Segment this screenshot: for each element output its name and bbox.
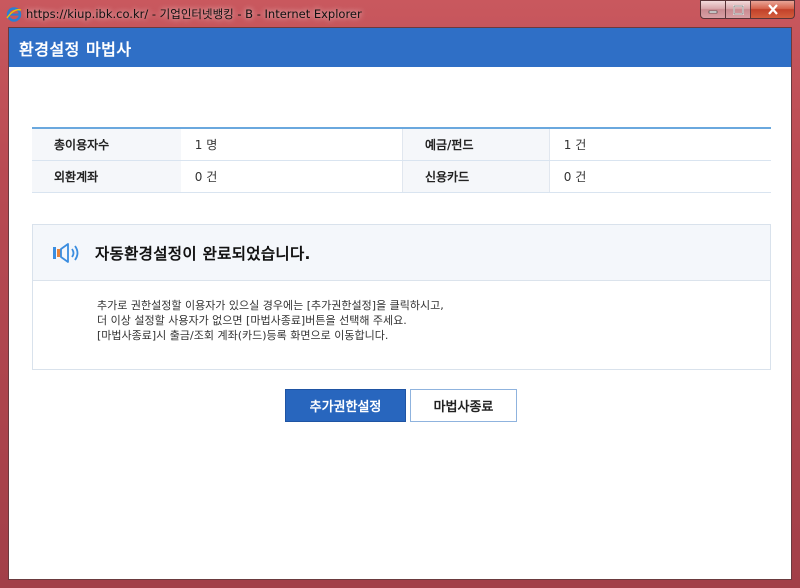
dialog-header: 환경설정 마법사: [9, 28, 791, 67]
message-title: 자동환경설정이 완료되었습니다.: [95, 244, 311, 263]
message-line: 더 이상 설정할 사용자가 없으면 [마법사종료]버튼을 선택해 주세요.: [97, 314, 407, 327]
total-users-value: 1 명: [180, 128, 403, 161]
deposit-fund-value: 1 건: [548, 128, 771, 161]
message-line: 추가로 권한설정할 이용자가 있으실 경우에는 [추가권한설정]을 클릭하시고,: [97, 299, 444, 312]
finish-wizard-button[interactable]: 마법사종료: [410, 389, 517, 422]
message-header: 자동환경설정이 완료되었습니다.: [33, 225, 770, 281]
window-title: https://kiup.ibk.co.kr/ - 기업인터넷뱅킹 - B - …: [26, 6, 362, 21]
minimize-icon: [708, 10, 718, 13]
table-row: 총이용자수 1 명 예금/펀드 1 건: [32, 128, 771, 161]
completion-message-box: 자동환경설정이 완료되었습니다. 추가로 권한설정할 이용자가 있으실 경우에는…: [32, 224, 771, 370]
close-icon: [767, 4, 778, 15]
credit-card-value: 0 건: [548, 160, 771, 193]
speaker-icon: [51, 242, 85, 264]
browser-window: https://kiup.ibk.co.kr/ - 기업인터넷뱅킹 - B - …: [0, 0, 800, 588]
window-controls: [700, 0, 795, 20]
minimize-button[interactable]: [700, 0, 726, 19]
fx-account-label: 외환계좌: [32, 160, 181, 193]
fx-account-value: 0 건: [180, 160, 403, 193]
window-titlebar[interactable]: https://kiup.ibk.co.kr/ - 기업인터넷뱅킹 - B - …: [0, 0, 800, 27]
total-users-label: 총이용자수: [32, 128, 181, 161]
action-buttons: 추가권한설정 마법사종료: [285, 389, 517, 422]
dialog-window: 환경설정 마법사 총이용자수 1 명 예금/펀드 1 건 외환계좌 0 건 신용…: [8, 27, 792, 580]
maximize-icon: [732, 4, 744, 15]
table-row: 외환계좌 0 건 신용카드 0 건: [32, 160, 771, 193]
add-permission-button[interactable]: 추가권한설정: [285, 389, 406, 422]
message-body: 추가로 권한설정할 이용자가 있으실 경우에는 [추가권한설정]을 클릭하시고,…: [33, 281, 770, 343]
credit-card-label: 신용카드: [401, 160, 550, 193]
summary-table: 총이용자수 1 명 예금/펀드 1 건 외환계좌 0 건 신용카드 0 건: [32, 127, 771, 193]
close-button[interactable]: [751, 0, 795, 19]
maximize-button[interactable]: [726, 0, 751, 19]
dialog-title: 환경설정 마법사: [19, 39, 132, 59]
message-line: [마법사종료]시 출금/조회 계좌(카드)등록 화면으로 이동합니다.: [97, 329, 389, 342]
deposit-fund-label: 예금/펀드: [401, 128, 550, 161]
internet-explorer-icon: [6, 6, 22, 22]
